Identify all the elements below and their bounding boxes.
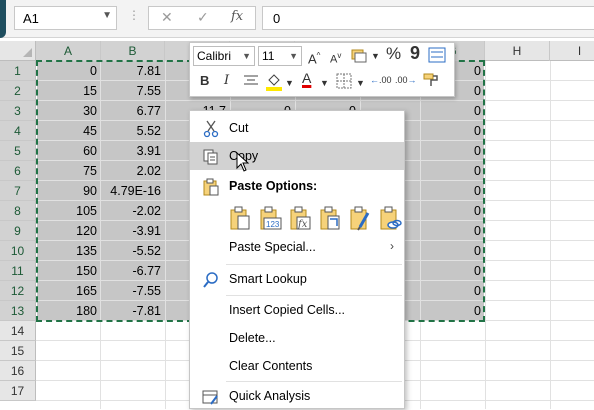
font-size-select[interactable]: 11 ▼ [258,46,302,66]
copy-icon [202,148,220,166]
row-header-14[interactable]: 14 [0,321,36,341]
font-color-icon[interactable]: A [302,70,311,86]
row-header-2[interactable]: 2 [0,81,36,101]
paste-formulas-text: fx [297,219,308,230]
paste-formulas-icon[interactable]: fx [288,205,312,231]
column-header-i[interactable]: I [550,41,594,61]
row-header-17[interactable]: 17 [0,381,36,401]
paste-formatting-icon[interactable] [348,205,372,231]
formula-input[interactable]: 0 [262,6,594,30]
chevron-down-icon: ▼ [289,51,298,61]
row-header-1[interactable]: 1 [0,61,36,81]
drag-handle-icon[interactable]: ⋮ [128,8,140,22]
menu-item-insert-copied-cells[interactable]: Insert Copied Cells... [190,296,404,324]
comma-style-icon[interactable]: 9 [410,44,420,62]
row-header-15[interactable]: 15 [0,341,36,361]
bold-button[interactable]: B [200,73,209,89]
formula-value: 0 [273,11,281,26]
row-header-16[interactable]: 16 [0,361,36,381]
mouse-cursor-icon [236,151,250,175]
row-header-10[interactable]: 10 [0,241,36,261]
insert-function-icon[interactable]: fx [231,9,243,24]
smart-lookup-icon [202,271,220,289]
window-accent [0,0,6,38]
chevron-down-icon[interactable]: ▼ [356,75,365,91]
row-header-12[interactable]: 12 [0,281,36,301]
paste-values-icon[interactable]: 123 [258,205,282,231]
row-header-3[interactable]: 3 [0,101,36,121]
borders-icon[interactable] [336,73,352,93]
formula-buttons: ✕ ✓ fx [148,6,256,30]
chevron-down-icon[interactable]: ▼ [102,10,112,21]
context-menu: Cut Copy Paste Options: 123 fx Paste Spe… [189,110,405,409]
row-header-13[interactable]: 13 [0,301,36,321]
chevron-down-icon[interactable]: ▼ [285,75,294,91]
row-header-5[interactable]: 5 [0,141,36,161]
menu-item-cut[interactable]: Cut [190,114,404,142]
chevron-right-icon: › [390,239,394,253]
decrease-decimal-icon[interactable]: .00→ [395,72,417,88]
format-painter-icon[interactable] [422,71,440,93]
menu-item-label: Delete... [229,331,276,345]
font-size-value: 11 [262,49,275,63]
column-header-b[interactable]: B [101,41,165,61]
chevron-down-icon: ▼ [242,51,251,61]
scissors-icon [202,120,220,138]
cancel-icon[interactable]: ✕ [161,9,173,26]
row-header-8[interactable]: 8 [0,201,36,221]
menu-item-paste-options: Paste Options: [190,172,404,200]
paste-values-text: 123 [266,220,280,229]
paste-icon [202,178,220,196]
row-header-7[interactable]: 7 [0,181,36,201]
number-format-icon[interactable] [350,47,370,67]
shrink-font-icon[interactable]: Av [330,48,341,68]
paste-link-icon[interactable] [378,205,402,231]
chevron-down-icon[interactable]: ▼ [320,75,329,91]
row-header-4[interactable]: 4 [0,121,36,141]
enter-icon[interactable]: ✓ [197,9,209,26]
paste-transpose-icon[interactable] [318,205,342,231]
percent-style-icon[interactable]: % [386,45,401,62]
menu-item-quick-analysis[interactable]: Quick Analysis [190,382,404,410]
menu-item-paste-special[interactable]: Paste Special... › [190,233,404,261]
menu-item-copy[interactable]: Copy [190,142,404,170]
paste-icon[interactable] [228,205,252,231]
font-name-value: Calibri [197,49,232,63]
italic-button[interactable]: I [224,73,229,89]
wrap-text-icon[interactable] [428,47,446,67]
name-box-value: A1 [23,11,39,26]
chevron-down-icon[interactable]: ▼ [371,48,380,64]
column-header-a[interactable]: A [36,41,101,61]
menu-item-label: Insert Copied Cells... [229,303,346,317]
menu-item-label: Clear Contents [229,359,313,373]
menu-item-label: Paste Special... [229,240,316,254]
align-center-icon[interactable] [243,74,259,92]
row-header-9[interactable]: 9 [0,221,36,241]
column-header-h[interactable]: H [485,41,550,61]
row-header-11[interactable]: 11 [0,261,36,281]
menu-item-smart-lookup[interactable]: Smart Lookup [190,265,404,293]
menu-item-delete[interactable]: Delete... [190,324,404,352]
grow-font-icon[interactable]: A^ [308,48,320,67]
menu-item-label: Smart Lookup [229,272,307,286]
quick-analysis-icon [202,388,220,406]
fill-color-icon[interactable] [264,71,284,95]
increase-decimal-icon[interactable]: ←.00 [370,72,392,88]
menu-item-label: Paste Options: [229,179,318,193]
menu-item-label: Cut [229,121,249,135]
row-header-6[interactable]: 6 [0,161,36,181]
font-name-select[interactable]: Calibri ▼ [193,46,255,66]
mini-toolbar: Calibri ▼ 11 ▼ A^ Av ▼ % 9 B I ▼ A ▼ ▼ ←… [189,42,455,97]
menu-item-label: Quick Analysis [229,389,311,403]
menu-item-clear-contents[interactable]: Clear Contents [190,352,404,380]
select-all-button[interactable] [0,41,36,61]
name-box[interactable]: A1 ▼ [14,6,117,30]
